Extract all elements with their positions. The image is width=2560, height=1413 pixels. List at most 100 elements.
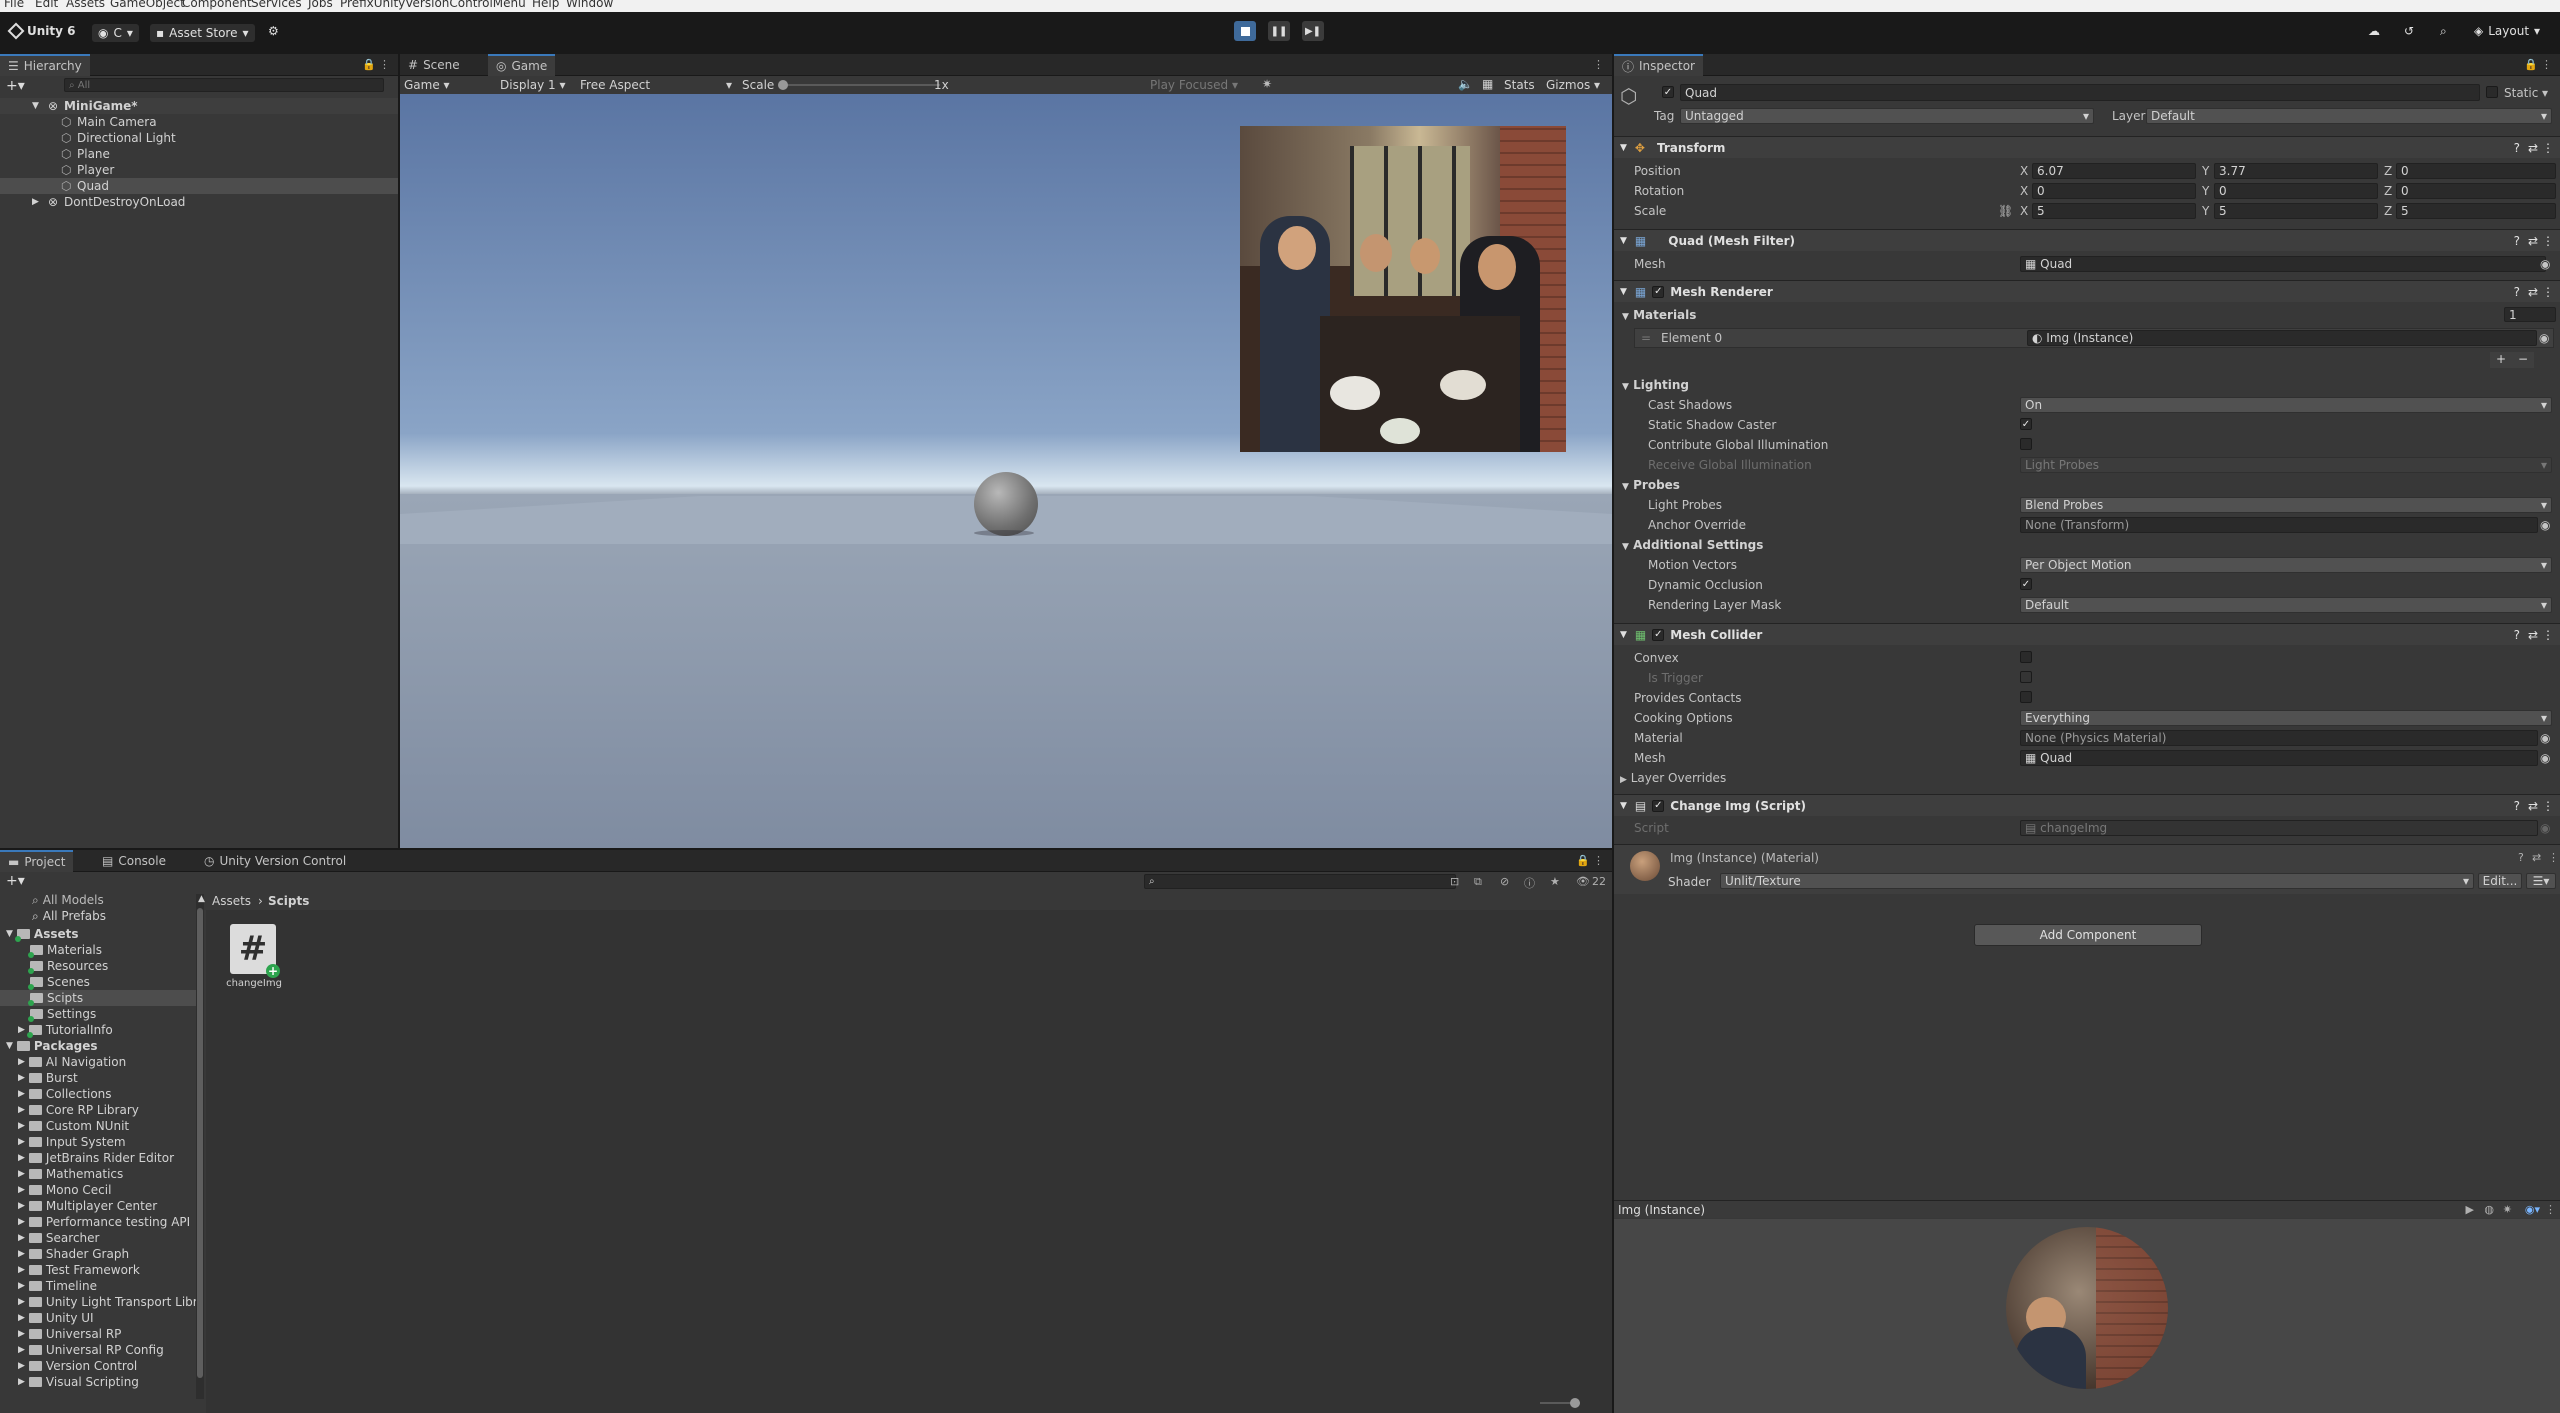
view-dropdown[interactable]: Game ▾ xyxy=(404,78,450,92)
aspect-dropdown[interactable]: Free Aspect ▾ xyxy=(580,78,732,92)
label-icon[interactable]: ⊘ xyxy=(1500,875,1509,888)
info-icon[interactable]: ⓘ xyxy=(1524,875,1535,891)
history-button[interactable]: ↺ xyxy=(2404,24,2414,38)
scale-slider[interactable] xyxy=(778,80,940,90)
packages-root[interactable]: ▼ Packages xyxy=(6,1038,98,1054)
tree-scrollbar-thumb[interactable] xyxy=(197,908,203,1378)
dynamic-occlusion-checkbox[interactable]: ✓ xyxy=(2020,578,2032,590)
object-picker-icon[interactable]: ◉ xyxy=(2540,751,2550,765)
search-by-type-icon[interactable]: ⊡ xyxy=(1450,875,1459,888)
shader-options-dropdown[interactable]: ☰▾ xyxy=(2526,873,2556,889)
menu-component[interactable]: Component xyxy=(182,0,252,10)
add-icon[interactable]: +▾ xyxy=(6,873,25,889)
tab-game[interactable]: ◎ Game xyxy=(488,54,556,76)
minus-icon[interactable]: − xyxy=(2518,352,2528,368)
assets-root[interactable]: ▼ Assets xyxy=(6,926,79,942)
icon-size-slider[interactable] xyxy=(1540,1398,1580,1408)
project-search-input[interactable]: ⌕ xyxy=(1144,874,1456,889)
menu-file[interactable]: File xyxy=(4,0,24,10)
filter-icon[interactable]: ⧉ xyxy=(1474,875,1482,889)
hierarchy-item-main-camera[interactable]: ⬡ Main Camera xyxy=(0,114,398,130)
drag-handle-icon[interactable]: = xyxy=(1641,331,1651,345)
lighting-foldout[interactable]: ▼ Lighting xyxy=(1622,378,1689,392)
package-folder[interactable]: ▶ Timeline xyxy=(18,1278,97,1294)
mesh-object-field[interactable]: ▦ Quad xyxy=(2020,256,2546,272)
light-probes-dropdown[interactable]: Blend Probes ▾ xyxy=(2020,497,2552,513)
rotation-label[interactable]: Rotation xyxy=(1634,184,1684,198)
position-label[interactable]: Position xyxy=(1634,164,1681,178)
mesh-renderer-enabled-checkbox[interactable]: ✓ xyxy=(1652,285,1665,298)
element0-material-field[interactable]: ◐ Img (Instance) xyxy=(2027,330,2537,346)
position-z-input[interactable]: 0 xyxy=(2396,163,2556,179)
package-folder[interactable]: ▶ Visual Scripting xyxy=(18,1374,139,1390)
cast-shadows-dropdown[interactable]: On ▾ xyxy=(2020,397,2552,413)
x-label[interactable]: X xyxy=(2020,184,2028,198)
more-icon[interactable]: ⋮ xyxy=(2548,851,2559,864)
package-folder[interactable]: ▶ Version Control xyxy=(18,1358,137,1374)
folder-scipts[interactable]: Scipts xyxy=(0,990,196,1006)
tab-scene[interactable]: # Scene xyxy=(400,54,468,76)
object-picker-icon[interactable]: ◉ xyxy=(2540,821,2550,835)
active-checkbox[interactable]: ✓ xyxy=(1662,86,1674,98)
z-label[interactable]: Z xyxy=(2384,164,2392,178)
add-component-button[interactable]: Add Component xyxy=(1974,924,2202,946)
collider-mesh-field[interactable]: ▦ Quad xyxy=(2020,750,2538,766)
folder-scenes[interactable]: Scenes xyxy=(28,974,90,990)
package-folder[interactable]: ▶ Universal RP xyxy=(18,1326,121,1342)
more-icon[interactable]: ⋮ xyxy=(2542,234,2554,248)
light-icon[interactable]: ✷ xyxy=(2503,1203,2512,1216)
hierarchy-item-player[interactable]: ⬡ Player xyxy=(0,162,398,178)
motion-vectors-dropdown[interactable]: Per Object Motion ▾ xyxy=(2020,557,2552,573)
package-folder[interactable]: ▶ Input System xyxy=(18,1134,126,1150)
preset-icon[interactable]: ⇄ xyxy=(2528,799,2538,813)
pause-button[interactable]: ❚❚ xyxy=(1268,21,1290,41)
provides-contacts-checkbox[interactable] xyxy=(2020,691,2032,703)
probes-foldout[interactable]: ▼ Probes xyxy=(1622,478,1680,492)
scale-y-input[interactable]: 5 xyxy=(2214,203,2378,219)
package-folder[interactable]: ▶ Searcher xyxy=(18,1230,99,1246)
materials-count-input[interactable]: 1 xyxy=(2504,307,2556,322)
search-button[interactable]: ⌕ xyxy=(2440,24,2447,39)
package-folder[interactable]: ▶ Mono Cecil xyxy=(18,1182,111,1198)
preset-icon[interactable]: ⇄ xyxy=(2528,234,2538,248)
layer-dropdown[interactable]: Default ▾ xyxy=(2146,108,2552,124)
mesh-filter-header[interactable]: ▼ ▦ Quad (Mesh Filter) ? ⇄ ⋮ xyxy=(1614,229,2560,251)
rotation-y-input[interactable]: 0 xyxy=(2214,183,2378,199)
layer-overrides-foldout[interactable]: ▶ Layer Overrides xyxy=(1620,771,1726,785)
x-label[interactable]: X xyxy=(2020,204,2028,218)
anchor-override-field[interactable]: None (Transform) xyxy=(2020,517,2538,533)
package-folder[interactable]: ▶ Custom NUnit xyxy=(18,1118,129,1134)
static-shadow-caster-checkbox[interactable]: ✓ xyxy=(2020,418,2032,430)
y-label[interactable]: Y xyxy=(2202,164,2209,178)
hierarchy-item-quad[interactable]: ⬡ Quad xyxy=(0,178,398,194)
object-picker-icon[interactable]: ◉ xyxy=(2540,518,2550,532)
rotation-x-input[interactable]: 0 xyxy=(2032,183,2196,199)
preview-shape-icon[interactable]: ◉▾ xyxy=(2525,1203,2540,1216)
more-icon[interactable]: ⋮ xyxy=(2542,285,2554,299)
help-icon[interactable]: ? xyxy=(2514,285,2520,299)
script-field[interactable]: ▤ changeImg xyxy=(2020,820,2538,836)
package-folder[interactable]: ▶ JetBrains Rider Editor xyxy=(18,1150,174,1166)
position-y-input[interactable]: 3.77 xyxy=(2214,163,2378,179)
static-checkbox[interactable] xyxy=(2486,86,2498,98)
menu-services[interactable]: Services xyxy=(251,0,302,10)
mute-icon[interactable]: 🔈 xyxy=(1458,77,1473,91)
package-folder[interactable]: ▶ Universal RP Config xyxy=(18,1342,164,1358)
breadcrumb-assets[interactable]: Assets xyxy=(212,894,251,908)
favorite-all-prefabs[interactable]: ⌕ All Prefabs xyxy=(32,908,106,924)
sun-icon[interactable]: ✷ xyxy=(1262,77,1272,91)
link-icon[interactable]: ⛓ xyxy=(1998,204,2013,218)
play-focused-dropdown[interactable]: Play Focused ▾ xyxy=(1150,78,1238,92)
star-icon[interactable]: ★ xyxy=(1550,875,1560,888)
plus-icon[interactable]: + xyxy=(2496,352,2506,368)
more-icon[interactable]: ⋮ xyxy=(2542,141,2554,155)
grid-icon[interactable]: ▦ xyxy=(1482,77,1493,91)
game-viewport[interactable] xyxy=(400,94,1612,848)
sphere-icon[interactable]: ◍ xyxy=(2484,1203,2494,1216)
package-folder[interactable]: ▶ Test Framework xyxy=(18,1262,140,1278)
menu-window[interactable]: Window xyxy=(566,0,613,10)
help-icon[interactable]: ? xyxy=(2514,234,2520,248)
y-label[interactable]: Y xyxy=(2202,204,2209,218)
package-folder[interactable]: ▶ Burst xyxy=(18,1070,78,1086)
package-folder[interactable]: ▶ Collections xyxy=(18,1086,112,1102)
